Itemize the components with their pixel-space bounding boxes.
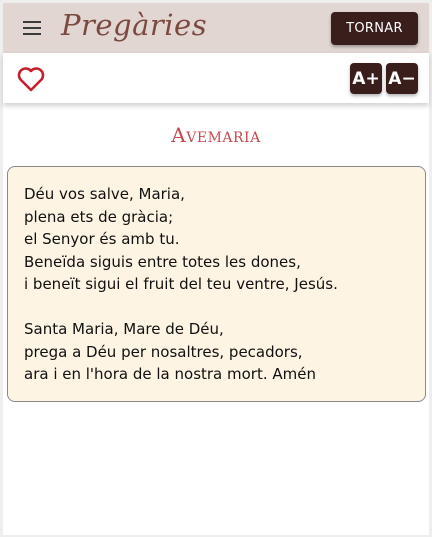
prayer-stanza: Déu vos salve, Maria, plena ets de gràci… <box>24 183 409 296</box>
back-button[interactable]: TORNAR <box>331 12 418 45</box>
hamburger-menu-icon[interactable] <box>23 21 41 35</box>
font-decrease-button[interactable]: A− <box>386 63 418 94</box>
prayer-title: Avemaria <box>171 123 261 147</box>
prayer-line: prega a Déu per nosaltres, pecadors, <box>24 342 303 361</box>
prayer-line: el Senyor és amb tu. <box>24 230 180 248</box>
prayer-line: plena ets de gràcia; <box>24 207 174 226</box>
font-increase-button[interactable]: A+ <box>350 63 382 94</box>
app-frame: Pregàries TORNAR A+ A− Avemaria Déu vos … <box>3 3 429 535</box>
app-title: Pregàries <box>61 8 208 42</box>
prayer-stanza: Santa Maria, Mare de Déu, prega a Déu pe… <box>24 318 409 386</box>
app-bar: Pregàries TORNAR <box>3 3 429 53</box>
prayer-card: Déu vos salve, Maria, plena ets de gràci… <box>7 166 426 402</box>
prayer-line: Déu vos salve, Maria, <box>24 185 185 203</box>
prayer-line: Santa Maria, Mare de Déu, <box>24 320 224 338</box>
favorite-heart-icon[interactable] <box>17 66 45 92</box>
prayer-line: ara i en l'hora de la nostra mort. Amén <box>24 365 316 383</box>
prayer-toolbar: A+ A− <box>3 53 429 103</box>
prayer-line: Beneïda siguis entre totes les dones, <box>24 252 301 271</box>
prayer-line: i beneït sigui el fruit del teu ventre, … <box>24 275 338 293</box>
